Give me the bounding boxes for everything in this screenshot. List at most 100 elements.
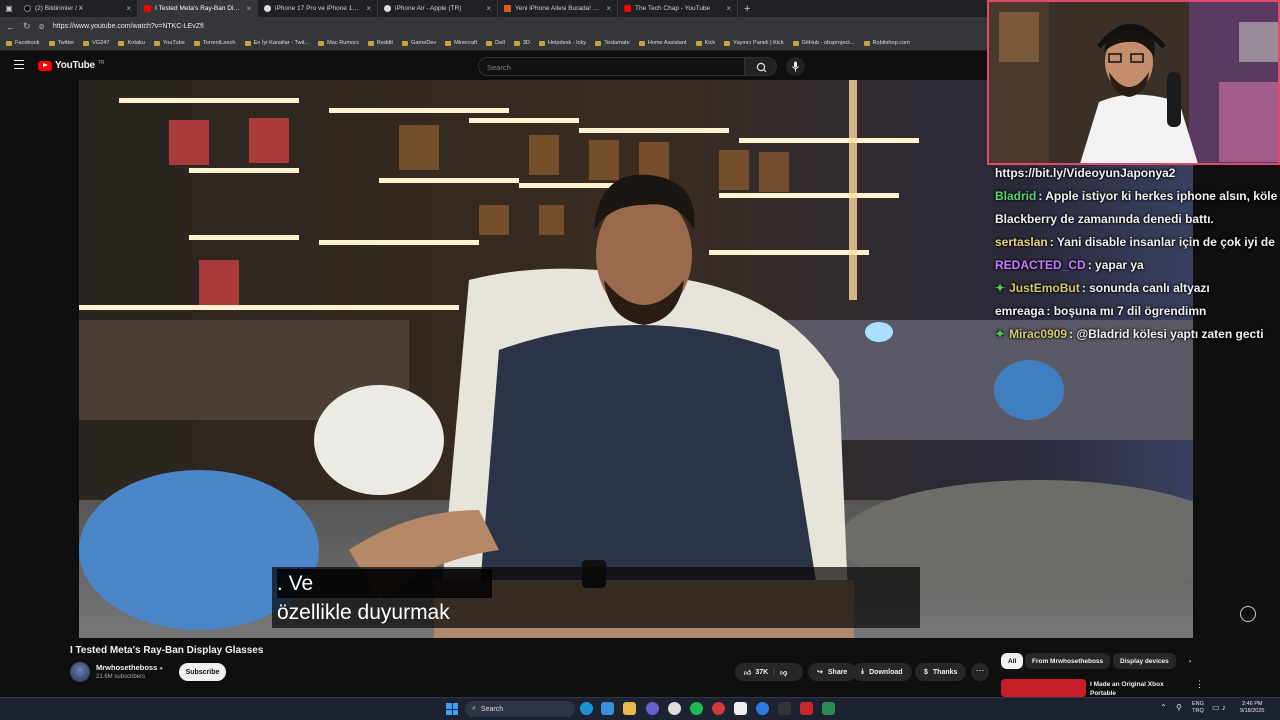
- clock[interactable]: 2:46 PM 9/18/2025: [1240, 701, 1264, 715]
- subscriber-count: 21.6M subscribers: [96, 674, 146, 680]
- channel-avatar[interactable]: [70, 662, 90, 682]
- bookmark-label: Kick: [704, 40, 716, 46]
- bookmark-item[interactable]: Facebook: [6, 40, 40, 46]
- close-tab-icon[interactable]: ×: [606, 4, 611, 13]
- bookmark-item[interactable]: GameDev: [401, 40, 436, 46]
- excel-icon[interactable]: [822, 702, 835, 715]
- chat-username: emreaga: [995, 304, 1045, 318]
- bookmark-item[interactable]: Minecraft: [445, 40, 477, 46]
- new-tab-button[interactable]: +: [738, 3, 756, 15]
- subscribe-button[interactable]: Subscribe: [179, 663, 226, 681]
- file-explorer-icon[interactable]: [623, 702, 636, 715]
- youtube-logo[interactable]: YouTube TR: [38, 60, 104, 71]
- tab-label: iPhone 17 Pro ve iPhone 17 Pro: [275, 5, 363, 12]
- bookmark-icon: [538, 40, 545, 46]
- bookmark-item[interactable]: GitHub - obsproject...: [792, 40, 855, 46]
- bookmark-item[interactable]: YouTube: [153, 40, 185, 46]
- back-icon[interactable]: ←: [6, 22, 15, 32]
- bookmark-item[interactable]: Robitshop.com: [863, 40, 910, 46]
- stream-chat-overlay: https://bit.ly/VideoyunJaponya2 Bladrid:…: [995, 162, 1280, 346]
- chips-next-button[interactable]: ›: [1182, 653, 1198, 669]
- vpn-icon[interactable]: [756, 702, 769, 715]
- bookmark-item[interactable]: VG247: [83, 40, 109, 46]
- discord-icon[interactable]: [646, 702, 659, 715]
- taskbar-search[interactable]: ⌕ Search: [465, 701, 575, 717]
- bookmark-item[interactable]: Reddit: [367, 40, 393, 46]
- tab-1[interactable]: (2) Bildirimler / X ×: [18, 0, 138, 17]
- bookmark-item[interactable]: Helpdesk - loky: [538, 40, 587, 46]
- bookmark-item[interactable]: En İyi Kanallar - Twit...: [244, 40, 309, 46]
- chat-username: REDACTED_CD: [995, 258, 1086, 272]
- app-icon[interactable]: [778, 702, 791, 715]
- tab-5[interactable]: Yeni iPhone Ailesi Burada! Kamp ×: [498, 0, 618, 17]
- close-tab-icon[interactable]: ×: [366, 4, 371, 13]
- network-volume-icons[interactable]: ▭ ♪: [1212, 704, 1226, 712]
- download-button[interactable]: ⤓ Download: [852, 663, 912, 681]
- site-info-icon[interactable]: ⚙: [39, 23, 45, 31]
- location-icon[interactable]: ⚲: [1176, 704, 1182, 712]
- bookmark-item[interactable]: 3D: [513, 40, 530, 46]
- bookmark-label: Helpdesk - loky: [547, 40, 587, 46]
- tab-6[interactable]: The Tech Chap - YouTube ×: [618, 0, 738, 17]
- menu-icon[interactable]: [14, 60, 24, 71]
- spotify-icon[interactable]: [690, 702, 703, 715]
- adobe-icon[interactable]: [800, 702, 813, 715]
- chat-text: : Yani disable insanlar için de çok iyi …: [1049, 235, 1275, 249]
- search-button[interactable]: [745, 57, 777, 76]
- chrome-icon[interactable]: [712, 702, 725, 715]
- bookmark-item[interactable]: Kick: [695, 40, 716, 46]
- reload-icon[interactable]: ↻: [23, 21, 31, 32]
- bookmark-item[interactable]: Dell: [486, 40, 505, 46]
- streamer-webcam: [987, 0, 1280, 165]
- more-actions-button[interactable]: ⋯: [971, 663, 989, 681]
- divider: |: [773, 668, 776, 676]
- voice-search-button[interactable]: [786, 57, 805, 76]
- obs-icon[interactable]: [668, 702, 681, 715]
- close-tab-icon[interactable]: ×: [126, 4, 131, 13]
- bookmark-item[interactable]: Kotaku: [118, 40, 145, 46]
- channel-watermark-icon[interactable]: [1240, 606, 1256, 622]
- bookmark-label: Kotaku: [127, 40, 145, 46]
- tab-4[interactable]: iPhone Air - Apple (TR) ×: [378, 0, 498, 17]
- thanks-button[interactable]: $ Thanks: [915, 663, 967, 681]
- channel-name[interactable]: Mrwhosetheboss ●: [96, 663, 163, 672]
- bookmark-label: GitHub - obsproject...: [801, 40, 855, 46]
- dislike-button[interactable]: 👎︎: [780, 668, 787, 677]
- bookmark-icon: [595, 40, 602, 46]
- start-button[interactable]: [446, 703, 458, 715]
- chip-1[interactable]: All: [1001, 653, 1024, 669]
- bookmark-item[interactable]: Twitter: [48, 40, 74, 46]
- telegram-icon[interactable]: [601, 702, 614, 715]
- chat-text: : @Bladrid kölesi yaptı zaten gecti: [1069, 327, 1264, 341]
- recommended-menu-icon[interactable]: ⋮: [1195, 679, 1204, 690]
- chat-message: Bladrid: Apple istiyor ki herkes iphone …: [995, 185, 1280, 208]
- bookmark-item[interactable]: TorrentLeech: [193, 40, 236, 46]
- chip-3[interactable]: Display devices: [1113, 653, 1176, 669]
- search-input[interactable]: Search: [478, 57, 745, 76]
- chip-2[interactable]: From Mrwhosetheboss: [1025, 653, 1111, 669]
- tab-3[interactable]: iPhone 17 Pro ve iPhone 17 Pro ×: [258, 0, 378, 17]
- bookmark-item[interactable]: Yayıncı Paneli | Kick: [724, 40, 784, 46]
- share-button[interactable]: ↪ Share: [808, 663, 857, 681]
- close-tab-icon[interactable]: ×: [726, 4, 731, 13]
- window-menu-icon[interactable]: ▣: [0, 4, 18, 13]
- x-favicon: [24, 5, 31, 12]
- close-tab-icon[interactable]: ×: [486, 4, 491, 13]
- recommended-title[interactable]: I Made an Original Xbox Portable: [1090, 680, 1164, 698]
- tray-chevron-icon[interactable]: ⌃: [1160, 704, 1167, 712]
- subscriber-badge-icon: ✦: [995, 327, 1006, 341]
- bookmark-item[interactable]: Teslamate: [595, 40, 630, 46]
- bookmark-item[interactable]: Home Assistant: [638, 40, 687, 46]
- language-indicator[interactable]: ENG TRQ: [1192, 701, 1204, 715]
- tab-2[interactable]: I Tested Meta's Ray-Ban Display ×: [138, 0, 258, 17]
- close-tab-icon[interactable]: ×: [246, 4, 251, 13]
- edge-icon[interactable]: [580, 702, 593, 715]
- terminal-icon[interactable]: [734, 702, 747, 715]
- chat-text: : sonunda canlı altyazı: [1081, 281, 1210, 295]
- tab-label: (2) Bildirimler / X: [35, 5, 84, 12]
- url-input[interactable]: https://www.youtube.com/watch?v=NTKC-LEv…: [53, 23, 204, 30]
- bookmark-label: YouTube: [162, 40, 185, 46]
- like-button[interactable]: 👍︎ 37K: [744, 668, 768, 677]
- bookmark-item[interactable]: Mac Rumors: [318, 40, 359, 46]
- recommended-thumbnail[interactable]: [1001, 679, 1086, 697]
